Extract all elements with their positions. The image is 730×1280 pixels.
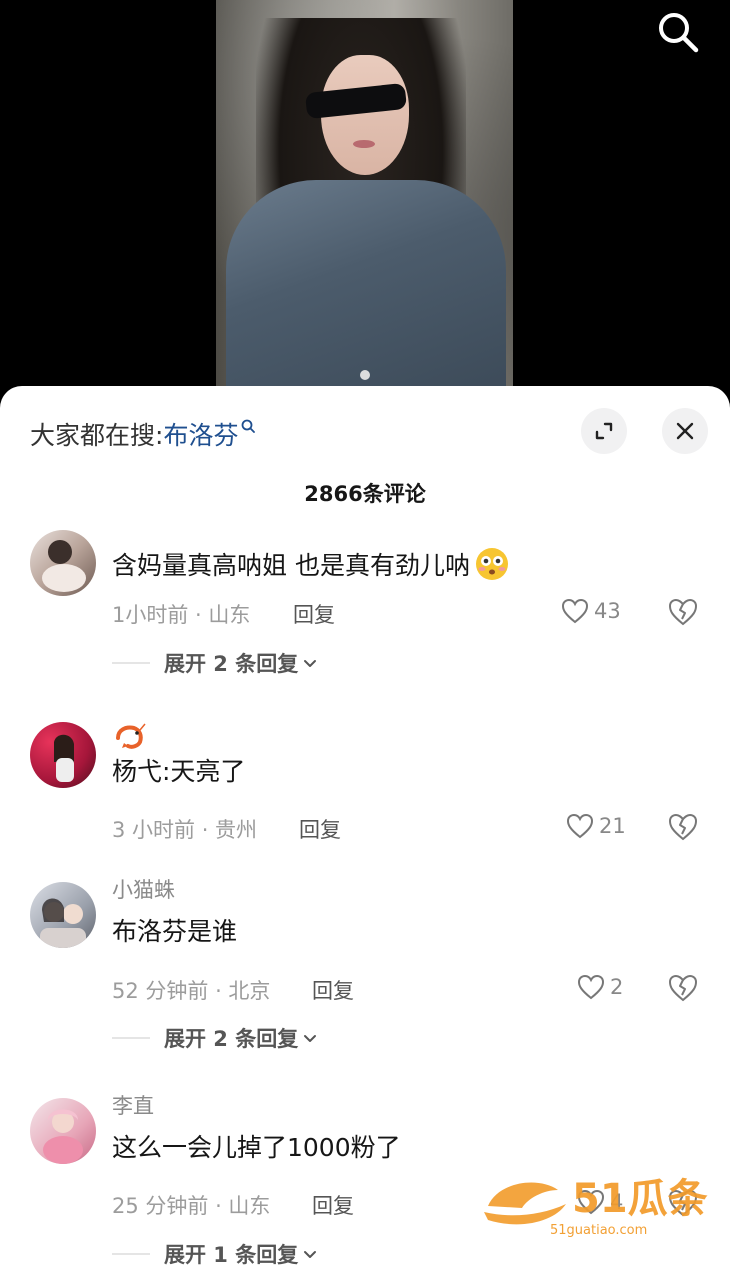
video-person-lips [353,140,375,148]
watermark-logo: 51瓜条 51guatiao.com [484,1176,708,1238]
expand-replies-button[interactable]: 展开 1 条回复 [112,1239,318,1269]
divider-line [112,1253,150,1255]
avatar-image [40,898,86,948]
chevron-down-icon [304,1251,317,1258]
expand-replies-button[interactable]: 展开 2 条回复 [112,1023,318,1053]
broken-heart-icon[interactable] [666,810,700,844]
reply-button[interactable]: 回复 [312,975,354,1005]
avatar[interactable] [30,722,96,788]
expand-replies-label: 展开 2 条回复 [164,1027,299,1051]
like-button[interactable]: 21 [565,811,626,841]
username[interactable]: 李直 [112,1090,154,1120]
expand-icon [595,422,613,440]
like-button[interactable]: 2 [576,972,623,1002]
search-icon [242,419,256,433]
comment-sheet: 大家都在搜: 布洛芬 2866条评论 含妈量真高呐姐 也是真有劲儿呐 1小时前 … [0,386,730,1280]
broken-heart-icon[interactable] [666,595,700,629]
avatar-image [54,734,74,782]
like-count: 21 [599,814,626,838]
like-count: 43 [594,599,621,623]
heart-icon [577,974,605,1000]
watermark-url: 51guatiao.com [550,1223,647,1238]
search-button[interactable] [652,6,702,56]
divider-line [112,662,150,664]
comment-meta: 25 分钟前 · 山东 [112,1194,271,1218]
avatar-image [42,540,86,592]
watermark-brand: 51瓜条 [572,1176,708,1222]
search-icon [659,13,699,53]
expand-replies-label: 展开 1 条回复 [164,1243,299,1267]
suggest-keyword[interactable]: 布洛芬 [163,416,238,452]
comment-meta: 1小时前 · 山东 [112,603,251,627]
video-person-jacket [226,180,506,392]
broken-heart-icon[interactable] [666,971,700,1005]
divider-line [112,1037,150,1039]
avatar[interactable] [30,1098,96,1164]
heart-icon [566,813,594,839]
chevron-down-icon [304,660,317,667]
video-area[interactable] [0,0,730,400]
close-button[interactable] [662,408,708,454]
comment-text: 布洛芬是谁 [112,917,238,946]
comment-text: 含妈量真高呐姐 也是真有劲儿呐 [112,551,470,580]
comment-meta: 52 分钟前 · 北京 [112,979,271,1003]
like-button[interactable]: 43 [560,596,621,626]
like-count: 2 [610,975,624,999]
reply-button[interactable]: 回复 [299,814,341,844]
avatar-image [43,1109,83,1164]
video-frame[interactable] [216,0,513,392]
comment-text: 杨弋:天亮了 [112,757,246,786]
avatar[interactable] [30,882,96,948]
suggest-prefix: 大家都在搜: [30,421,164,450]
shrimp-icon [116,723,146,749]
expand-replies-label: 展开 2 条回复 [164,652,299,676]
expand-button[interactable] [581,408,627,454]
username[interactable]: 小猫蛛 [112,874,175,904]
comment-text: 这么一会儿掉了1000粉了 [112,1133,401,1162]
video-jacket-button [360,370,370,380]
avatar[interactable] [30,530,96,596]
reply-button[interactable]: 回复 [293,599,335,629]
reply-button[interactable]: 回复 [312,1190,354,1220]
flushed-emoji-icon [475,548,508,580]
comment-meta: 3 小时前 · 贵州 [112,818,258,842]
comment-count: 2866条评论 [304,482,426,506]
comment-text-row: 含妈量真高呐姐 也是真有劲儿呐 [112,546,510,582]
heart-icon [561,598,589,624]
close-icon [676,422,694,440]
chevron-down-icon [304,1035,317,1042]
expand-replies-button[interactable]: 展开 2 条回复 [112,648,318,678]
search-suggestion[interactable]: 大家都在搜: 布洛芬 [30,416,256,452]
